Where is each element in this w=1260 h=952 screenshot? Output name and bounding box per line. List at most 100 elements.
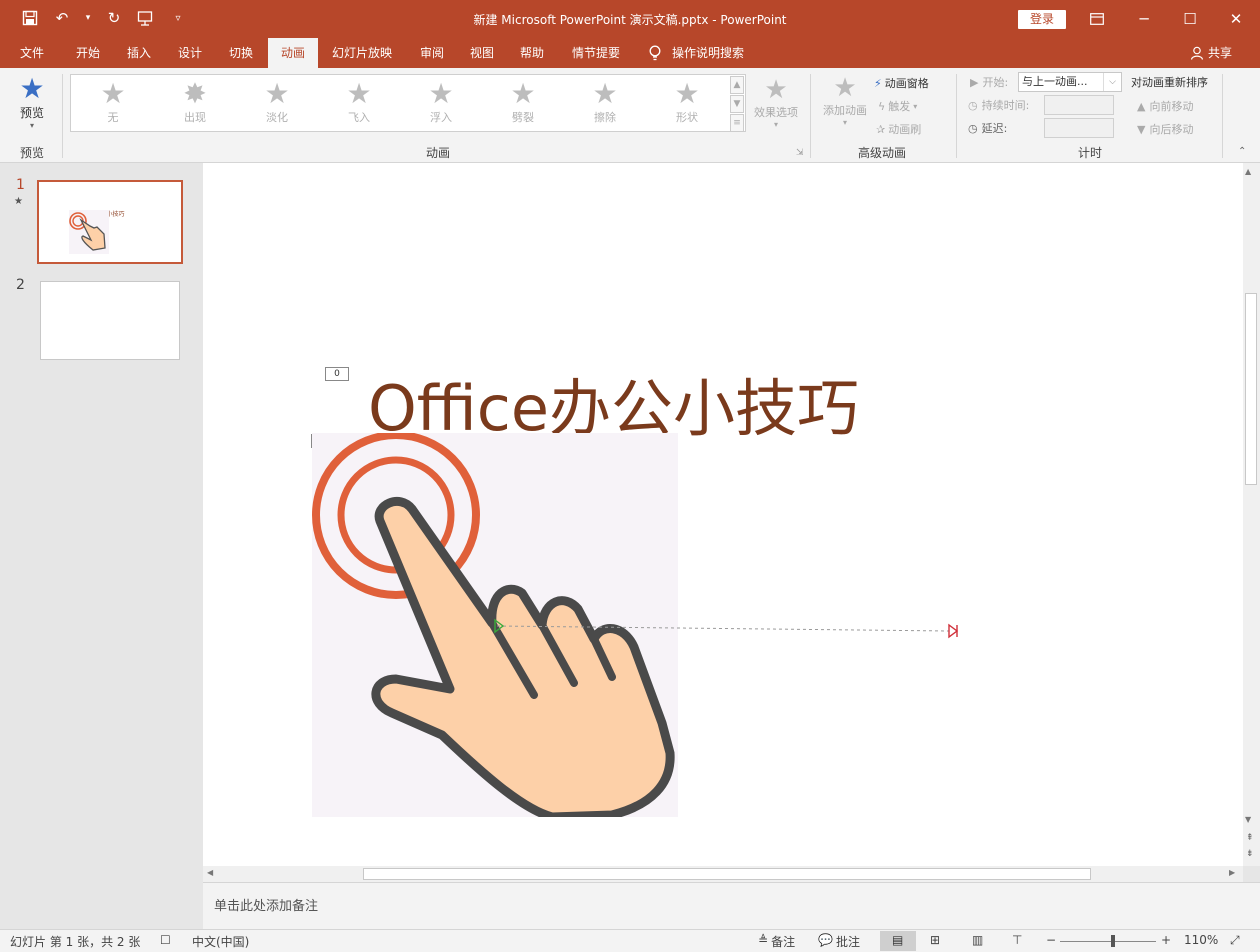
tell-me-search[interactable]: 操作说明搜索 — [648, 38, 744, 68]
sign-in-button[interactable]: 登录 — [1018, 10, 1066, 29]
gallery-scroll-down-icon[interactable]: ▼ — [730, 95, 744, 113]
chevron-down-icon: ▾ — [842, 118, 847, 127]
scroll-thumb[interactable] — [363, 868, 1091, 880]
move-earlier-button[interactable]: ▲ 向前移动 — [1137, 98, 1193, 114]
next-slide-icon[interactable]: ⇟ — [1246, 849, 1254, 859]
slide-thumbnail-2[interactable] — [40, 281, 180, 360]
animation-gallery: ★ 无 ✸ 出现 ★ 淡化 ★ 飞入 ★ 浮入 ★ 劈裂 ★ 擦除 ★ 形状 — [70, 74, 746, 132]
title-bar: ↶ ▾ ↻ ▿ 新建 Microsoft PowerPoint 演示文稿.ppt… — [0, 0, 1260, 38]
group-separator — [62, 74, 63, 158]
tab-file[interactable]: 文件 — [10, 38, 54, 68]
star-icon: ★ — [674, 77, 700, 110]
chevron-down-icon: ▾ — [913, 101, 918, 111]
notes-pane[interactable]: 单击此处添加备注 — [203, 882, 1260, 929]
triangle-up-icon: ▲ — [1137, 99, 1146, 113]
preview-button[interactable]: ★ 预览 ▾ — [10, 74, 54, 131]
slide-number: 1 — [16, 177, 25, 193]
reorder-title: 对动画重新排序 — [1131, 76, 1208, 89]
group-separator — [1222, 74, 1223, 158]
share-label: 共享 — [1208, 46, 1233, 60]
animation-split[interactable]: ★ 劈裂 — [483, 79, 563, 125]
gallery-scroll: ▲ ▼ ≡ — [730, 76, 744, 133]
star-icon: ★ — [346, 77, 372, 110]
notes-button[interactable]: ≜ 备注 — [758, 933, 795, 950]
spellcheck-icon[interactable]: ☐ — [160, 933, 171, 947]
group-separator — [956, 74, 957, 158]
previous-slide-icon[interactable]: ⇞ — [1246, 833, 1254, 843]
zoom-in-icon[interactable]: + — [1161, 933, 1171, 947]
star-icon: ★ — [764, 75, 788, 105]
gallery-scroll-up-icon[interactable]: ▲ — [730, 76, 744, 94]
tab-help[interactable]: 帮助 — [510, 38, 554, 68]
star-icon: ★ — [428, 77, 454, 110]
reading-view-icon[interactable]: ▥ — [972, 933, 983, 947]
comments-button[interactable]: 💬 批注 — [818, 933, 860, 950]
scroll-thumb[interactable] — [1245, 293, 1257, 485]
zoom-out-icon[interactable]: − — [1046, 933, 1056, 947]
slideshow-icon[interactable]: ⊤ — [1012, 933, 1022, 947]
chevron-down-icon[interactable]: ⌵ — [1103, 73, 1121, 91]
animation-pane-button[interactable]: ⚡ 动画窗格 — [874, 75, 929, 91]
tab-design[interactable]: 设计 — [168, 38, 212, 68]
comment-icon: 💬 — [818, 933, 833, 947]
scroll-up-icon[interactable]: ▲ — [1245, 167, 1251, 176]
animation-float-in[interactable]: ★ 浮入 — [401, 79, 481, 125]
effect-options-button[interactable]: ★ 效果选项 ▾ — [750, 76, 802, 129]
tab-animations[interactable]: 动画 — [268, 38, 318, 68]
zoom-level[interactable]: 110% — [1184, 933, 1218, 947]
hand-tap-icon — [69, 210, 109, 254]
tab-insert[interactable]: 插入 — [117, 38, 161, 68]
slide-sorter-icon[interactable]: ⊞ — [930, 933, 940, 947]
start-select[interactable]: 与上一动画... ⌵ — [1018, 72, 1122, 92]
duration-row: ◷ 持续时间: — [968, 98, 1030, 113]
slide-thumbnail-1[interactable]: Office办公小技巧 — [37, 180, 183, 264]
animation-none[interactable]: ★ 无 — [73, 79, 153, 125]
delay-input[interactable] — [1044, 118, 1114, 138]
animation-star-icon: ★ — [14, 196, 23, 207]
add-animation-button[interactable]: ★ 添加动画 ▾ — [818, 74, 872, 127]
animation-shape[interactable]: ★ 形状 — [647, 79, 727, 125]
star-icon: ★ — [510, 77, 536, 110]
horizontal-scrollbar[interactable]: ◀ ▶ — [203, 866, 1243, 882]
zoom-slider[interactable] — [1060, 941, 1156, 942]
dialog-launcher-icon[interactable]: ⇲ — [796, 148, 804, 158]
tab-transitions[interactable]: 切换 — [219, 38, 263, 68]
share-button[interactable]: 共享 — [1190, 38, 1232, 68]
scroll-left-icon[interactable]: ◀ — [207, 868, 213, 877]
zoom-slider-thumb[interactable] — [1110, 935, 1115, 947]
language[interactable]: 中文(中国) — [192, 933, 249, 950]
tab-home[interactable]: 开始 — [66, 38, 110, 68]
move-later-button[interactable]: ▼ 向后移动 — [1137, 121, 1193, 137]
tab-view[interactable]: 视图 — [460, 38, 504, 68]
duration-input[interactable] — [1044, 95, 1114, 115]
animation-order-tag[interactable]: 0 — [325, 367, 349, 381]
lightbulb-icon — [649, 45, 661, 61]
minimize-icon[interactable]: ─ — [1124, 6, 1164, 32]
motion-path[interactable] — [483, 615, 963, 639]
tab-slideshow[interactable]: 幻灯片放映 — [326, 38, 398, 68]
trigger-button[interactable]: ϟ 触发 ▾ — [878, 98, 917, 114]
scroll-right-icon[interactable]: ▶ — [1229, 868, 1235, 877]
scroll-down-icon[interactable]: ▼ — [1245, 815, 1251, 824]
vertical-scrollbar[interactable]: ▲ ▼ ⇞ ⇟ — [1243, 163, 1260, 866]
path-end-icon[interactable] — [948, 623, 959, 639]
fit-to-window-icon[interactable]: ⤢ — [1230, 933, 1240, 948]
animation-wipe[interactable]: ★ 擦除 — [565, 79, 645, 125]
close-icon[interactable]: ✕ — [1216, 6, 1256, 32]
ribbon-display-options-icon[interactable] — [1077, 6, 1117, 32]
start-row: ▶ 开始: — [970, 75, 1009, 90]
tab-storyboarding[interactable]: 情节提要 — [565, 38, 627, 68]
animation-painter-button[interactable]: ✰ 动画刷 — [876, 121, 921, 137]
tab-review[interactable]: 审阅 — [410, 38, 454, 68]
animation-fly-in[interactable]: ★ 飞入 — [319, 79, 399, 125]
collapse-ribbon-icon[interactable]: ⌃ — [1238, 146, 1246, 157]
slide-count: 幻灯片 第 1 张，共 2 张 — [10, 935, 141, 949]
maximize-icon[interactable]: ☐ — [1170, 6, 1210, 32]
animation-appear[interactable]: ✸ 出现 — [155, 79, 235, 125]
star-icon: ★ — [264, 77, 290, 110]
gallery-more-icon[interactable]: ≡ — [730, 114, 744, 132]
normal-view-button[interactable]: ▤ — [880, 931, 916, 951]
triangle-down-icon: ▼ — [1137, 122, 1146, 136]
animation-fade[interactable]: ★ 淡化 — [237, 79, 317, 125]
group-label-preview: 预览 — [19, 146, 44, 160]
